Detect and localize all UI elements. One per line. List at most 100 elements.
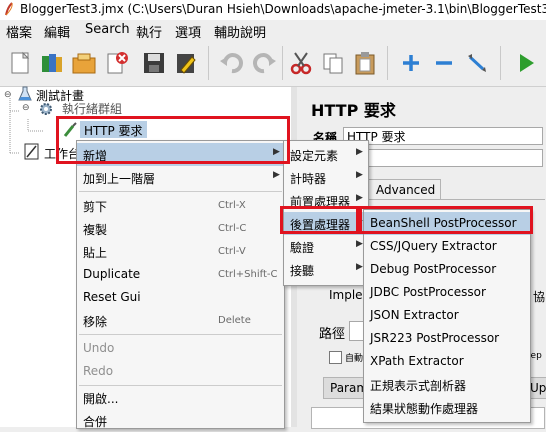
- toggle-icon[interactable]: [463, 49, 491, 77]
- submenu-item-json-extractor[interactable]: JSON Extractor: [364, 304, 530, 327]
- submenu-item-beanshell-postprocessor[interactable]: BeanShell PostProcessor: [364, 212, 530, 235]
- collapse-icon[interactable]: [430, 49, 458, 77]
- menu-item-copy[interactable]: 複製 Ctrl-C: [77, 217, 284, 240]
- menu-item-cut[interactable]: 剪下 Ctrl-X: [77, 194, 284, 217]
- submenu-arrow-icon: ▶: [356, 170, 363, 180]
- jmeter-feather-icon: [5, 2, 13, 16]
- menu-item-add-parent[interactable]: 加到上一階層 ▶: [77, 166, 284, 189]
- submenu-item-timer[interactable]: 計時器 ▶: [284, 166, 368, 189]
- flask-icon: [18, 86, 32, 101]
- paste-icon[interactable]: [351, 49, 379, 77]
- toolbar-separator: [387, 46, 388, 80]
- templates-icon[interactable]: [38, 49, 66, 77]
- menu-item-paste-shortcut: Ctrl-V: [218, 246, 246, 257]
- panel-title: HTTP 要求: [311, 101, 396, 120]
- submenu-item-listeners[interactable]: 接聽 ▶: [284, 258, 368, 281]
- auto-redirect-checkbox[interactable]: [329, 351, 342, 364]
- menu-search[interactable]: Search: [85, 22, 130, 37]
- menu-item-merge[interactable]: 合併: [77, 409, 284, 432]
- menu-item-remove-shortcut: Delete: [218, 315, 251, 326]
- menu-item-remove-label: 移除: [83, 315, 108, 329]
- path-label: 路徑: [319, 327, 346, 342]
- submenu-item-css-jquery-extractor[interactable]: CSS/JQuery Extractor: [364, 235, 530, 258]
- submenu-item-jdbc-postprocessor-label: JDBC PostProcessor: [370, 285, 486, 299]
- tree-item-http-request[interactable]: HTTP 要求: [84, 122, 143, 139]
- tree-item-thread-group[interactable]: 執行緒群組: [62, 100, 122, 117]
- undo-icon[interactable]: [218, 49, 246, 77]
- toolbar-separator: [208, 46, 209, 80]
- tree-item-workbench[interactable]: 工作台: [44, 145, 80, 162]
- menu-separator: [79, 334, 282, 335]
- submenu-item-css-jquery-extractor-label: CSS/JQuery Extractor: [370, 239, 497, 253]
- submenu-item-assertions-label: 驗證: [290, 241, 315, 255]
- menu-item-add[interactable]: 新增 ▶: [77, 143, 284, 166]
- menu-edit[interactable]: 編輯: [44, 22, 70, 41]
- redo-icon[interactable]: [250, 49, 278, 77]
- pipette-icon: [63, 122, 77, 137]
- submenu-item-result-status-action-handler-label: 結果狀態動作處理器: [370, 402, 479, 416]
- auto-redirect-label: 自動: [345, 354, 364, 364]
- add-submenu: 設定元素 ▶ 計時器 ▶ 前置處理器 ▶ 後置處理器 ▶ 驗證 ▶ 接聽 ▶: [283, 140, 369, 286]
- submenu-item-xpath-extractor[interactable]: XPath Extractor: [364, 350, 530, 373]
- submenu-item-pre-processors-label: 前置處理器: [290, 195, 351, 209]
- copy-icon[interactable]: [319, 49, 347, 77]
- close-icon[interactable]: [102, 49, 130, 77]
- menu-help[interactable]: 輔助說明: [214, 22, 266, 41]
- submenu-item-post-processors[interactable]: 後置處理器 ▶: [284, 212, 368, 235]
- menu-item-cut-shortcut: Ctrl-X: [218, 200, 246, 211]
- menu-item-paste[interactable]: 貼上 Ctrl-V: [77, 240, 284, 263]
- submenu-item-debug-postprocessor-label: Debug PostProcessor: [370, 262, 497, 276]
- submenu-item-debug-postprocessor[interactable]: Debug PostProcessor: [364, 258, 530, 281]
- submenu-item-config-element[interactable]: 設定元素 ▶: [284, 143, 368, 166]
- tab-advanced-label: Advanced: [376, 183, 436, 197]
- menu-item-duplicate-label: Duplicate: [83, 267, 141, 281]
- menu-item-paste-label: 貼上: [83, 246, 108, 260]
- window-title: BloggerTest3.jmx (C:\Users\Duran Hsieh\D…: [20, 2, 546, 16]
- cut-icon[interactable]: [287, 49, 315, 77]
- start-icon[interactable]: [512, 49, 540, 77]
- menu-separator: [79, 191, 282, 192]
- menu-item-open[interactable]: 開啟...: [77, 386, 284, 409]
- menu-item-duplicate[interactable]: Duplicate Ctrl+Shift-C: [77, 263, 284, 286]
- context-menu: 新增 ▶ 加到上一階層 ▶ 剪下 Ctrl-X 複製 Ctrl-C 貼上 Ctr…: [76, 140, 285, 429]
- submenu-arrow-icon: ▶: [356, 262, 363, 272]
- tree-toggle-icon[interactable]: ⊖: [22, 103, 30, 113]
- menu-run[interactable]: 執行: [136, 22, 162, 41]
- submenu-item-jsr223-postprocessor[interactable]: JSR223 PostProcessor: [364, 327, 530, 350]
- menu-file[interactable]: 檔案: [6, 22, 32, 41]
- submenu-item-config-element-label: 設定元素: [290, 149, 339, 163]
- submenu-item-jdbc-postprocessor[interactable]: JDBC PostProcessor: [364, 281, 530, 304]
- gear-icon: [40, 103, 52, 115]
- comments-field[interactable]: [343, 149, 543, 167]
- menu-item-undo-label: Undo: [83, 341, 115, 355]
- toolbar: [0, 40, 546, 87]
- submenu-item-beanshell-postprocessor-label: BeanShell PostProcessor: [370, 216, 517, 230]
- submenu-arrow-icon: ▶: [356, 147, 363, 157]
- submenu-item-xpath-extractor-label: XPath Extractor: [370, 354, 464, 368]
- menu-item-remove[interactable]: 移除 Delete: [77, 309, 284, 332]
- menu-item-add-label: 新增: [83, 149, 108, 163]
- menu-item-redo-label: Redo: [83, 364, 114, 378]
- submenu-item-listeners-label: 接聽: [290, 264, 315, 278]
- submenu-arrow-icon: ▶: [356, 193, 363, 203]
- menu-item-merge-label: 合併: [83, 415, 108, 429]
- submenu-item-assertions[interactable]: 驗證 ▶: [284, 235, 368, 258]
- menu-item-add-parent-label: 加到上一階層: [83, 172, 156, 186]
- new-icon[interactable]: [6, 49, 34, 77]
- submenu-item-regex-extractor[interactable]: 正規表示式剖析器: [364, 373, 530, 396]
- submenu-item-result-status-action-handler[interactable]: 結果狀態動作處理器: [364, 396, 530, 419]
- open-icon[interactable]: [70, 49, 98, 77]
- tree-toggle-icon[interactable]: ⊖: [4, 90, 12, 100]
- tab-advanced[interactable]: Advanced: [367, 179, 441, 200]
- name-field[interactable]: [343, 127, 543, 145]
- submenu-item-regex-extractor-label: 正規表示式剖析器: [370, 379, 467, 393]
- submenu-arrow-icon: ▶: [356, 216, 363, 226]
- menu-item-reset-gui[interactable]: Reset Gui: [77, 286, 284, 309]
- submenu-item-jsr223-postprocessor-label: JSR223 PostProcessor: [370, 331, 500, 345]
- menu-item-undo: Undo: [77, 337, 284, 360]
- expand-icon[interactable]: [397, 49, 425, 77]
- save-icon[interactable]: [140, 49, 168, 77]
- edit-icon[interactable]: [172, 49, 200, 77]
- submenu-item-pre-processors[interactable]: 前置處理器 ▶: [284, 189, 368, 212]
- menu-options[interactable]: 選項: [175, 22, 201, 41]
